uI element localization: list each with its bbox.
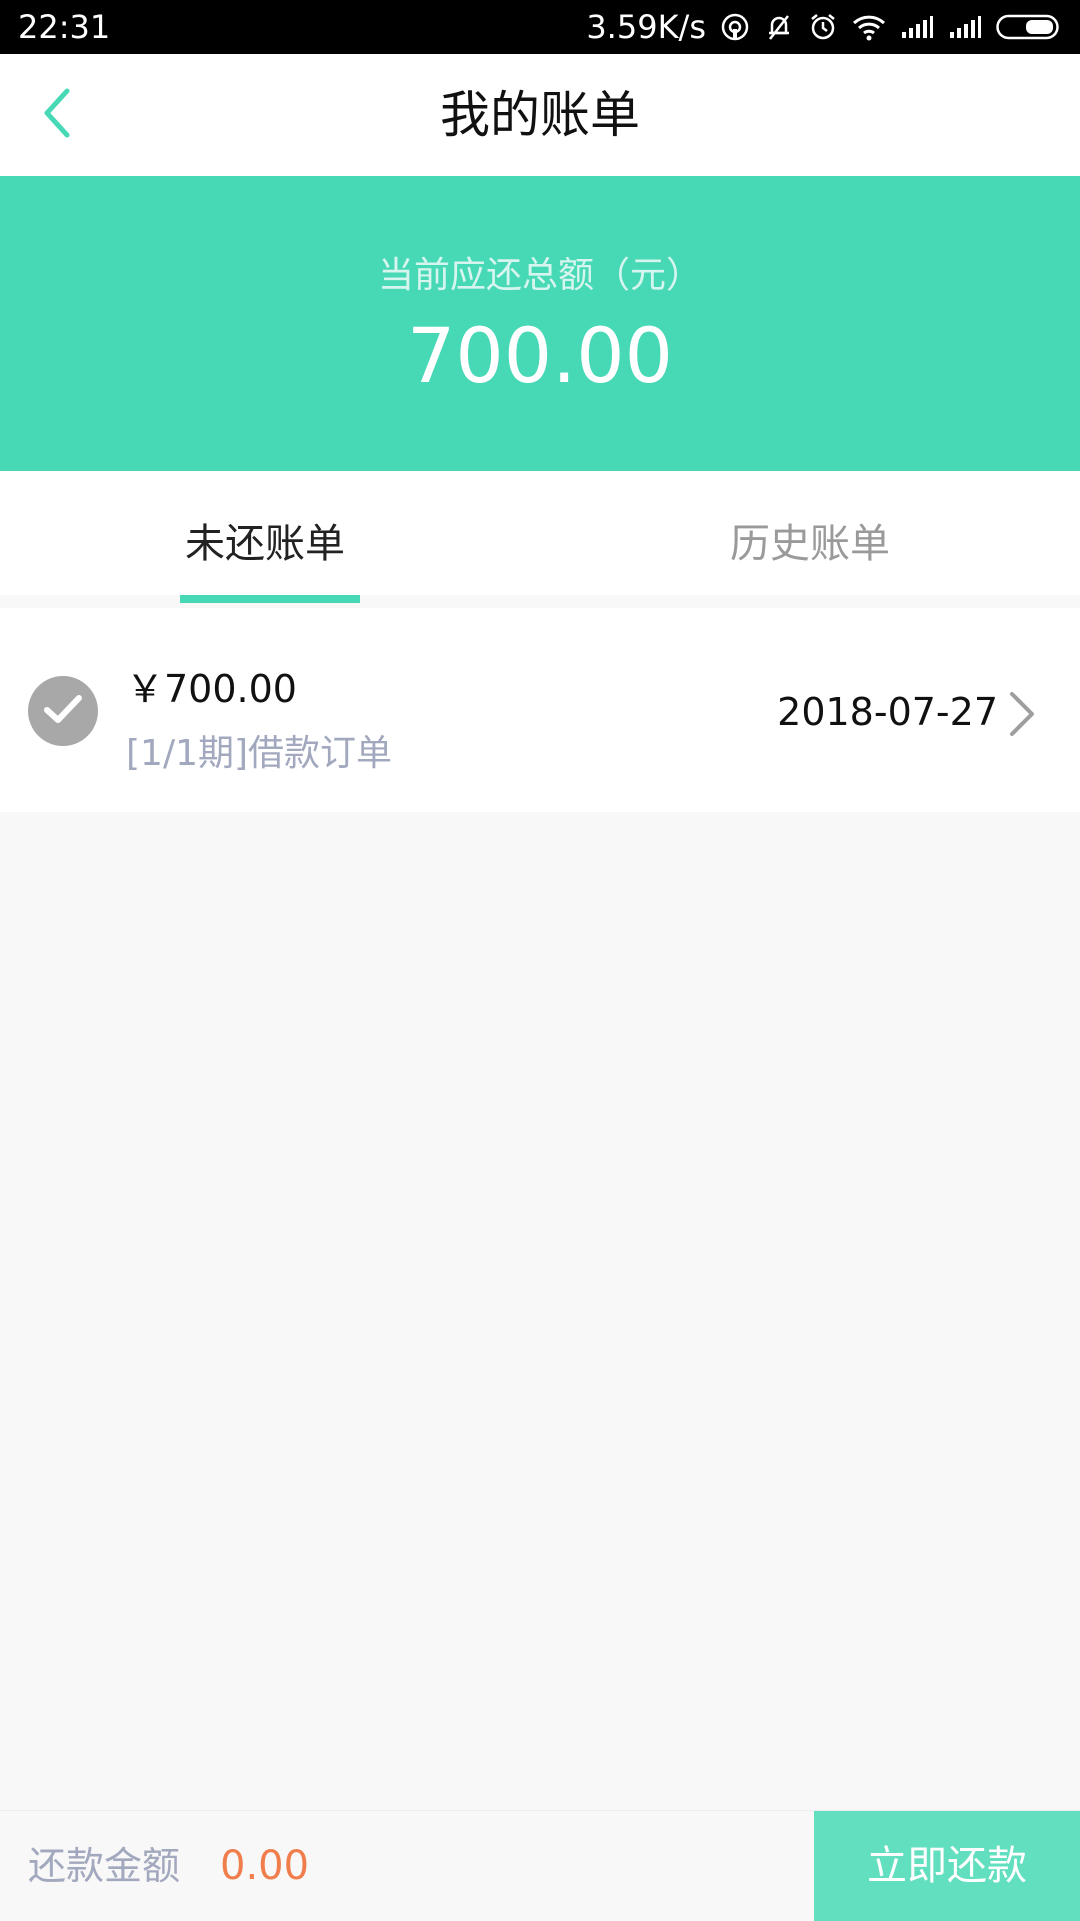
network-speed: 3.59K/s [586, 8, 706, 46]
summary-amount: 700.00 [407, 311, 673, 400]
repay-now-button[interactable]: 立即还款 [814, 1811, 1080, 1921]
nav-bar: 我的账单 [0, 54, 1080, 176]
hotspot-icon [720, 12, 750, 42]
tab-history-label: 历史账单 [730, 521, 890, 567]
chevron-right-icon [1002, 692, 1042, 736]
repay-amount-value: 0.00 [220, 1843, 310, 1889]
battery-icon [996, 13, 1062, 41]
signal-icon [900, 14, 934, 40]
bill-list-item[interactable]: ￥700.00 [1/1期]借款订单 2018-07-27 [0, 608, 1080, 812]
active-tab-indicator [180, 595, 360, 603]
repay-amount-label: 还款金额 [28, 1844, 181, 1888]
back-button[interactable] [24, 82, 90, 148]
tab-unpaid[interactable]: 未还账单 [0, 471, 540, 595]
tab-history[interactable]: 历史账单 [540, 471, 1080, 595]
alarm-icon [808, 12, 838, 42]
checkmark-icon [43, 692, 83, 730]
status-time: 22:31 [18, 8, 111, 46]
bill-due-date: 2018-07-27 [777, 690, 998, 734]
status-icons: 3.59K/s [586, 8, 1062, 46]
summary-banner: 当前应还总额（元） 700.00 [0, 176, 1080, 471]
status-bar: 22:31 3.59K/s [0, 0, 1080, 54]
tab-unpaid-label: 未还账单 [185, 521, 345, 567]
bill-description: [1/1期]借款订单 [126, 733, 393, 774]
tab-bar: 未还账单 历史账单 [0, 471, 1080, 603]
bell-off-icon [764, 12, 794, 42]
wifi-icon [852, 13, 886, 41]
page-title: 我的账单 [440, 86, 640, 144]
signal-icon [948, 14, 982, 40]
bill-amount: ￥700.00 [126, 667, 297, 711]
bottom-pay-bar: 还款金额 0.00 立即还款 [0, 1810, 1080, 1921]
select-checkbox[interactable] [28, 676, 98, 746]
chevron-left-icon [39, 87, 75, 143]
summary-label: 当前应还总额（元） [377, 255, 702, 296]
